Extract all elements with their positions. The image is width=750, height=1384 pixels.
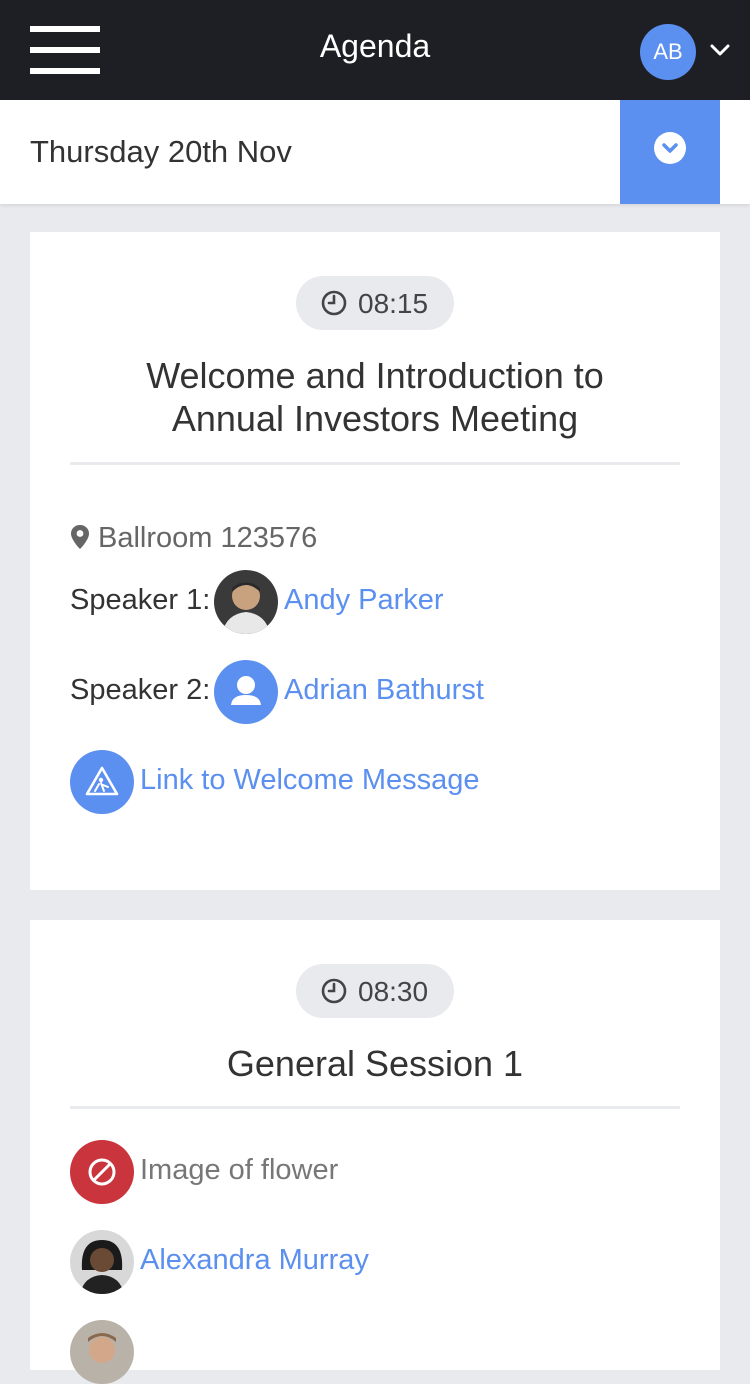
date-selector-bar: Thursday 20th Nov xyxy=(0,100,750,204)
broken-image-row: Image of flower xyxy=(70,1140,680,1204)
divider xyxy=(70,1106,680,1109)
clock-icon xyxy=(321,290,347,316)
date-dropdown-button[interactable] xyxy=(620,100,720,204)
welcome-message-link[interactable]: Link to Welcome Message xyxy=(140,764,480,797)
top-nav-bar: Agenda AB xyxy=(0,0,750,100)
speaker-row xyxy=(70,1320,680,1384)
speaker-link[interactable]: Alexandra Murray xyxy=(140,1244,369,1277)
speaker-row: Speaker 2: Adrian Bathurst xyxy=(70,660,680,724)
speaker-label: Speaker 2: xyxy=(70,674,211,706)
session-time-badge: 08:15 xyxy=(296,276,454,330)
resource-link-row: Link to Welcome Message xyxy=(70,750,680,814)
speaker-row: Alexandra Murray xyxy=(70,1230,680,1294)
user-placeholder-icon[interactable] xyxy=(214,660,278,724)
session-card[interactable]: 08:15 Welcome and Introduction to Annual… xyxy=(30,232,720,890)
map-pin-icon xyxy=(71,525,89,549)
page-title: Agenda xyxy=(319,28,431,64)
chevron-down-icon[interactable] xyxy=(706,36,734,64)
under-construction-icon[interactable] xyxy=(70,750,134,814)
location-text: Ballroom 123576 xyxy=(98,522,318,554)
session-time-badge: 08:30 xyxy=(296,964,454,1018)
speaker-photo[interactable] xyxy=(70,1320,134,1384)
session-time: 08:15 xyxy=(358,288,429,319)
speaker-label: Speaker 1: xyxy=(70,584,211,616)
speaker-photo[interactable] xyxy=(214,570,278,634)
speaker-row: Speaker 1: Andy Parker xyxy=(70,570,680,634)
chevron-circle-down-icon xyxy=(654,132,686,164)
broken-image-alt-text: Image of flower xyxy=(140,1154,339,1186)
session-time: 08:30 xyxy=(358,976,429,1007)
speaker-photo[interactable] xyxy=(70,1230,134,1294)
speaker-link[interactable]: Adrian Bathurst xyxy=(284,674,484,707)
session-title-line-1: Welcome and Introduction to xyxy=(146,355,604,396)
clock-icon xyxy=(321,978,347,1004)
session-title-line-2: Annual Investors Meeting xyxy=(171,398,579,439)
session-title: General Session 1 xyxy=(226,1043,524,1084)
selected-date[interactable]: Thursday 20th Nov xyxy=(30,134,292,170)
divider xyxy=(70,462,680,465)
session-card[interactable]: 08:30 General Session 1 Image of flower … xyxy=(30,920,720,1384)
blocked-icon xyxy=(70,1140,134,1204)
user-avatar[interactable]: AB xyxy=(640,24,696,80)
speaker-link[interactable]: Andy Parker xyxy=(284,584,444,617)
